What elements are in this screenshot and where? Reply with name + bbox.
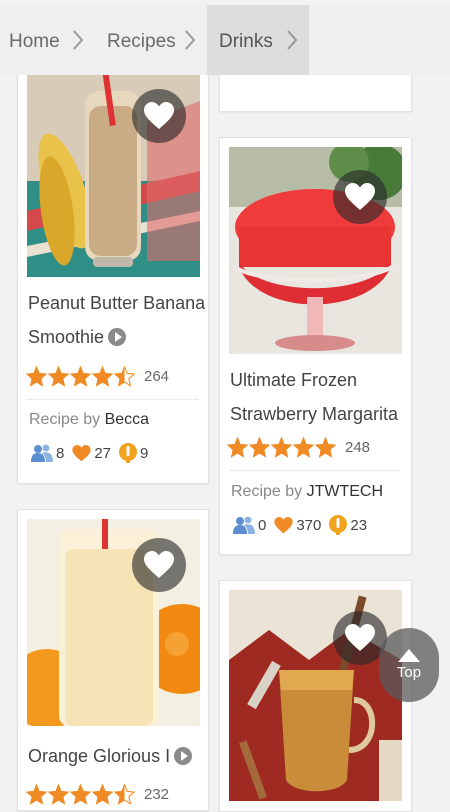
star-icon xyxy=(48,783,69,805)
made-it-icon xyxy=(31,444,53,462)
back-to-top-label: Top xyxy=(396,664,422,681)
star-icon xyxy=(26,365,47,387)
star-icon xyxy=(70,365,91,387)
star-icon xyxy=(114,783,135,805)
review-count: 248 xyxy=(345,438,371,456)
recipe-stats: 8 27 9 xyxy=(31,443,156,463)
chevron-right-icon xyxy=(282,5,302,75)
heart-icon xyxy=(345,183,375,210)
recipe-title[interactable]: Peanut Butter Banana Smoothie xyxy=(28,286,208,354)
recipe-author[interactable]: Recipe by Becca xyxy=(29,411,149,429)
star-icon xyxy=(70,783,91,805)
divider xyxy=(28,399,198,400)
recipe-title[interactable]: Orange Glorious I xyxy=(28,739,208,773)
arrow-up-icon xyxy=(398,649,420,662)
heart-icon xyxy=(144,551,174,578)
favorites-count: 370 xyxy=(296,516,322,534)
tips-count: 9 xyxy=(140,444,149,462)
recipe-card[interactable]: Ultimate Frozen Strawberry Margarita 248… xyxy=(219,137,412,555)
recipe-title[interactable]: Ultimate Frozen Strawberry Margarita xyxy=(230,363,406,431)
breadcrumb: Home Recipes Drinks xyxy=(0,5,450,75)
star-icon xyxy=(92,783,113,805)
back-to-top-button[interactable]: Top xyxy=(379,628,439,702)
made-it-icon xyxy=(233,516,255,534)
review-count: 264 xyxy=(144,367,170,385)
heart-icon xyxy=(72,444,91,461)
divider xyxy=(230,470,400,471)
star-icon xyxy=(249,436,270,458)
play-icon[interactable] xyxy=(174,747,193,765)
rating-stars: 248 xyxy=(227,435,370,459)
star-icon xyxy=(315,436,336,458)
tips-count: 23 xyxy=(350,516,368,534)
play-icon[interactable] xyxy=(108,328,127,346)
recipe-card[interactable]: Peanut Butter Banana Smoothie 264 Recipe… xyxy=(17,60,209,484)
recipe-author[interactable]: Recipe by JTWTECH xyxy=(231,483,383,501)
favorite-button[interactable] xyxy=(132,89,186,143)
tip-icon xyxy=(329,515,348,535)
favorite-button[interactable] xyxy=(333,170,387,224)
star-icon xyxy=(26,783,47,805)
star-icon xyxy=(227,436,248,458)
recipe-stats: 0 370 23 xyxy=(233,515,375,535)
rating-stars: 232 xyxy=(26,782,169,806)
star-icon xyxy=(293,436,314,458)
star-icon xyxy=(114,365,135,387)
recipe-card[interactable]: Orange Glorious I 232 xyxy=(17,509,209,811)
heart-icon xyxy=(144,102,174,129)
chevron-right-icon xyxy=(68,5,88,75)
breadcrumb-home[interactable]: Home xyxy=(0,5,69,75)
breadcrumb-recipes[interactable]: Recipes xyxy=(98,5,185,75)
made-count: 0 xyxy=(258,516,267,534)
favorite-button[interactable] xyxy=(132,538,186,592)
recipe-card[interactable] xyxy=(219,580,412,812)
star-icon xyxy=(48,365,69,387)
star-icon xyxy=(271,436,292,458)
tip-icon xyxy=(119,443,138,463)
made-count: 8 xyxy=(56,444,65,462)
rating-stars: 264 xyxy=(26,364,169,388)
heart-icon xyxy=(345,624,375,651)
favorites-count: 27 xyxy=(94,444,112,462)
star-icon xyxy=(92,365,113,387)
heart-icon xyxy=(274,516,293,533)
chevron-right-icon xyxy=(180,5,200,75)
